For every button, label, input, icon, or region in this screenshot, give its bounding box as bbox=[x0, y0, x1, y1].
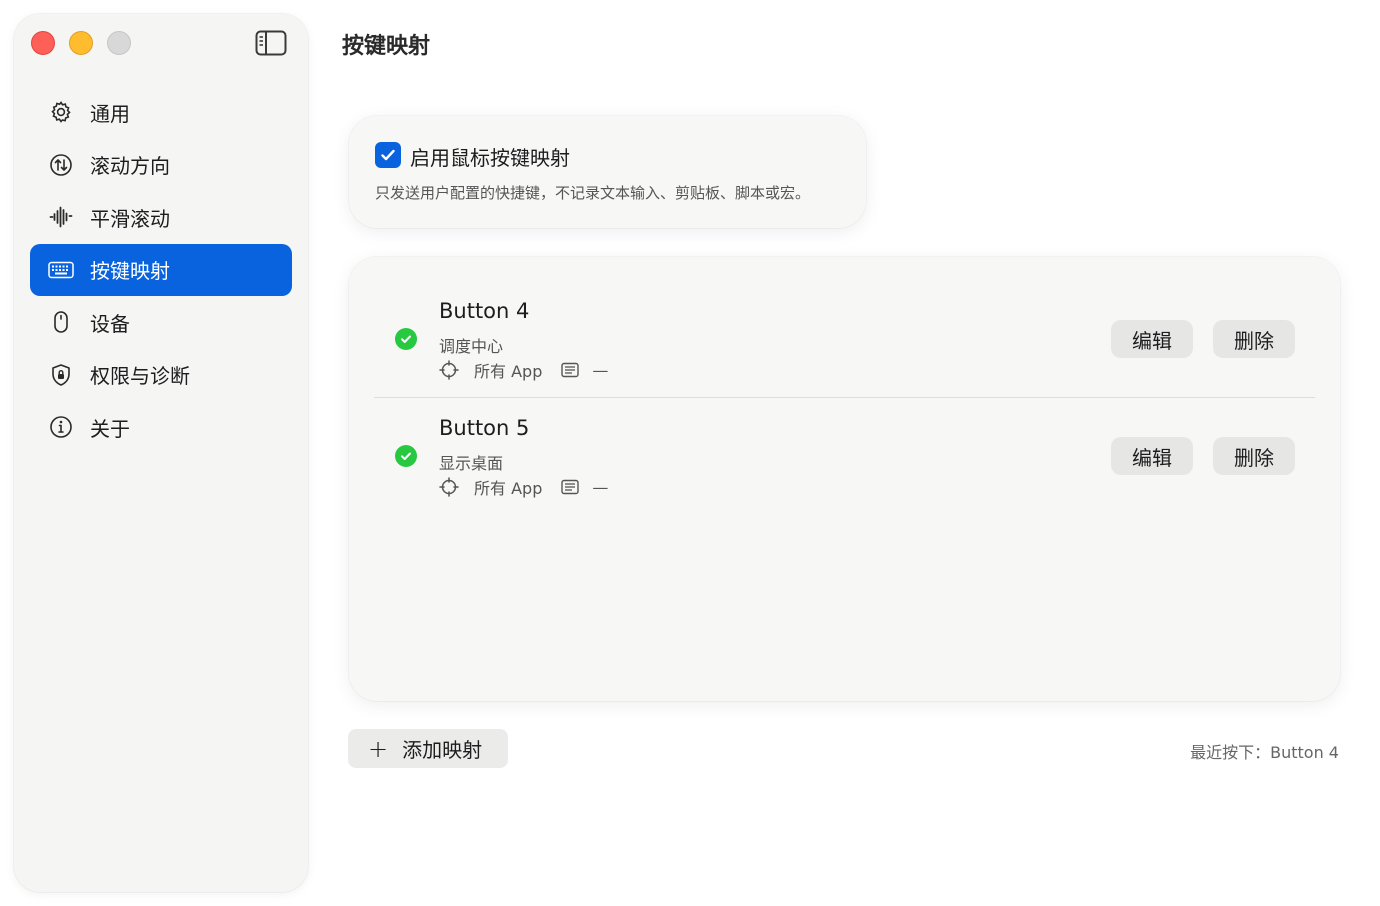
sidebar-left-icon bbox=[255, 30, 287, 56]
sidebar-item-label: 平滑滚动 bbox=[90, 206, 170, 231]
info-icon bbox=[48, 414, 74, 440]
mapped-action: 调度中心 bbox=[439, 337, 504, 356]
edit-button[interactable]: 编辑 bbox=[1111, 320, 1193, 358]
mapping-meta: 所有 App — bbox=[439, 358, 608, 382]
mapping-meta: 所有 App — bbox=[439, 475, 608, 499]
app-scope: 所有 App bbox=[474, 362, 543, 381]
sidebar-item-scroll-direction[interactable]: 滚动方向 bbox=[30, 139, 292, 191]
sidebar-item-label: 滚动方向 bbox=[90, 154, 170, 178]
sidebar-item-key-mapping[interactable]: 按键映射 bbox=[30, 243, 292, 296]
scroll-direction-icon bbox=[48, 152, 74, 178]
traffic-lights bbox=[31, 31, 131, 55]
sidebar-nav: 通用 滚动方向 平滑滚动 按键映射 设备 权限与诊断 关于 bbox=[30, 86, 292, 454]
enabled-check-icon bbox=[395, 445, 417, 467]
keyboard-shortcut-icon bbox=[560, 477, 580, 497]
close-button[interactable] bbox=[31, 31, 55, 55]
waveform-icon bbox=[48, 204, 74, 230]
sidebar: 通用 滚动方向 平滑滚动 按键映射 设备 权限与诊断 关于 bbox=[14, 14, 308, 892]
mapping-row: Button 4 调度中心 所有 App — 编辑 删除 bbox=[374, 281, 1315, 397]
enable-mapping-label[interactable]: 启用鼠标按键映射 bbox=[410, 142, 570, 171]
shortcut-value: — bbox=[592, 477, 609, 497]
edit-button[interactable]: 编辑 bbox=[1111, 437, 1193, 475]
enable-mapping-checkbox[interactable] bbox=[375, 142, 401, 168]
mapped-action: 显示桌面 bbox=[439, 454, 504, 473]
mouse-button-name: Button 4 bbox=[439, 299, 530, 323]
delete-button[interactable]: 删除 bbox=[1213, 320, 1295, 358]
sidebar-item-label: 权限与诊断 bbox=[90, 364, 190, 388]
zoom-button[interactable] bbox=[107, 31, 131, 55]
minimize-button[interactable] bbox=[69, 31, 93, 55]
mapping-list: Button 4 调度中心 所有 App — 编辑 删除 Button 5 显示… bbox=[349, 257, 1340, 701]
delete-button[interactable]: 删除 bbox=[1213, 437, 1295, 475]
keyboard-icon bbox=[48, 257, 74, 283]
gear-icon bbox=[48, 99, 74, 125]
sidebar-item-about[interactable]: 关于 bbox=[30, 401, 292, 453]
toggle-sidebar-button[interactable] bbox=[254, 29, 288, 57]
enabled-check-icon bbox=[395, 328, 417, 350]
sidebar-item-label: 设备 bbox=[90, 311, 130, 336]
page-title: 按键映射 bbox=[342, 34, 431, 59]
app-scope: 所有 App bbox=[474, 479, 543, 498]
sidebar-item-general[interactable]: 通用 bbox=[30, 86, 292, 138]
crosshair-icon bbox=[439, 477, 459, 497]
shortcut-value: — bbox=[592, 360, 609, 380]
sidebar-item-label: 通用 bbox=[90, 101, 130, 126]
sidebar-item-devices[interactable]: 设备 bbox=[30, 296, 292, 348]
add-mapping-label: 添加映射 bbox=[402, 738, 483, 762]
mouse-button-name: Button 5 bbox=[439, 416, 530, 440]
checkmark-icon bbox=[381, 149, 395, 161]
enable-mapping-description: 只发送用户配置的快捷键，不记录文本输入、剪贴板、脚本或宏。 bbox=[375, 184, 811, 202]
shield-lock-icon bbox=[48, 362, 74, 388]
add-mapping-button[interactable]: + 添加映射 bbox=[348, 729, 508, 768]
sidebar-item-smooth-scroll[interactable]: 平滑滚动 bbox=[30, 191, 292, 243]
sidebar-item-permissions[interactable]: 权限与诊断 bbox=[30, 349, 292, 401]
sidebar-item-label: 关于 bbox=[90, 416, 130, 441]
keyboard-shortcut-icon bbox=[560, 360, 580, 380]
crosshair-icon bbox=[439, 360, 459, 380]
mouse-icon bbox=[48, 309, 74, 335]
plus-icon: + bbox=[368, 734, 389, 763]
sidebar-item-label: 按键映射 bbox=[90, 259, 170, 283]
app-window: 通用 滚动方向 平滑滚动 按键映射 设备 权限与诊断 关于 按键映射 启用鼠标按… bbox=[0, 0, 1380, 906]
last-pressed-status: 最近按下：Button 4 bbox=[1190, 743, 1339, 762]
enable-mapping-card: 启用鼠标按键映射 只发送用户配置的快捷键，不记录文本输入、剪贴板、脚本或宏。 bbox=[349, 116, 866, 228]
mapping-row: Button 5 显示桌面 所有 App — 编辑 删除 bbox=[374, 398, 1315, 514]
